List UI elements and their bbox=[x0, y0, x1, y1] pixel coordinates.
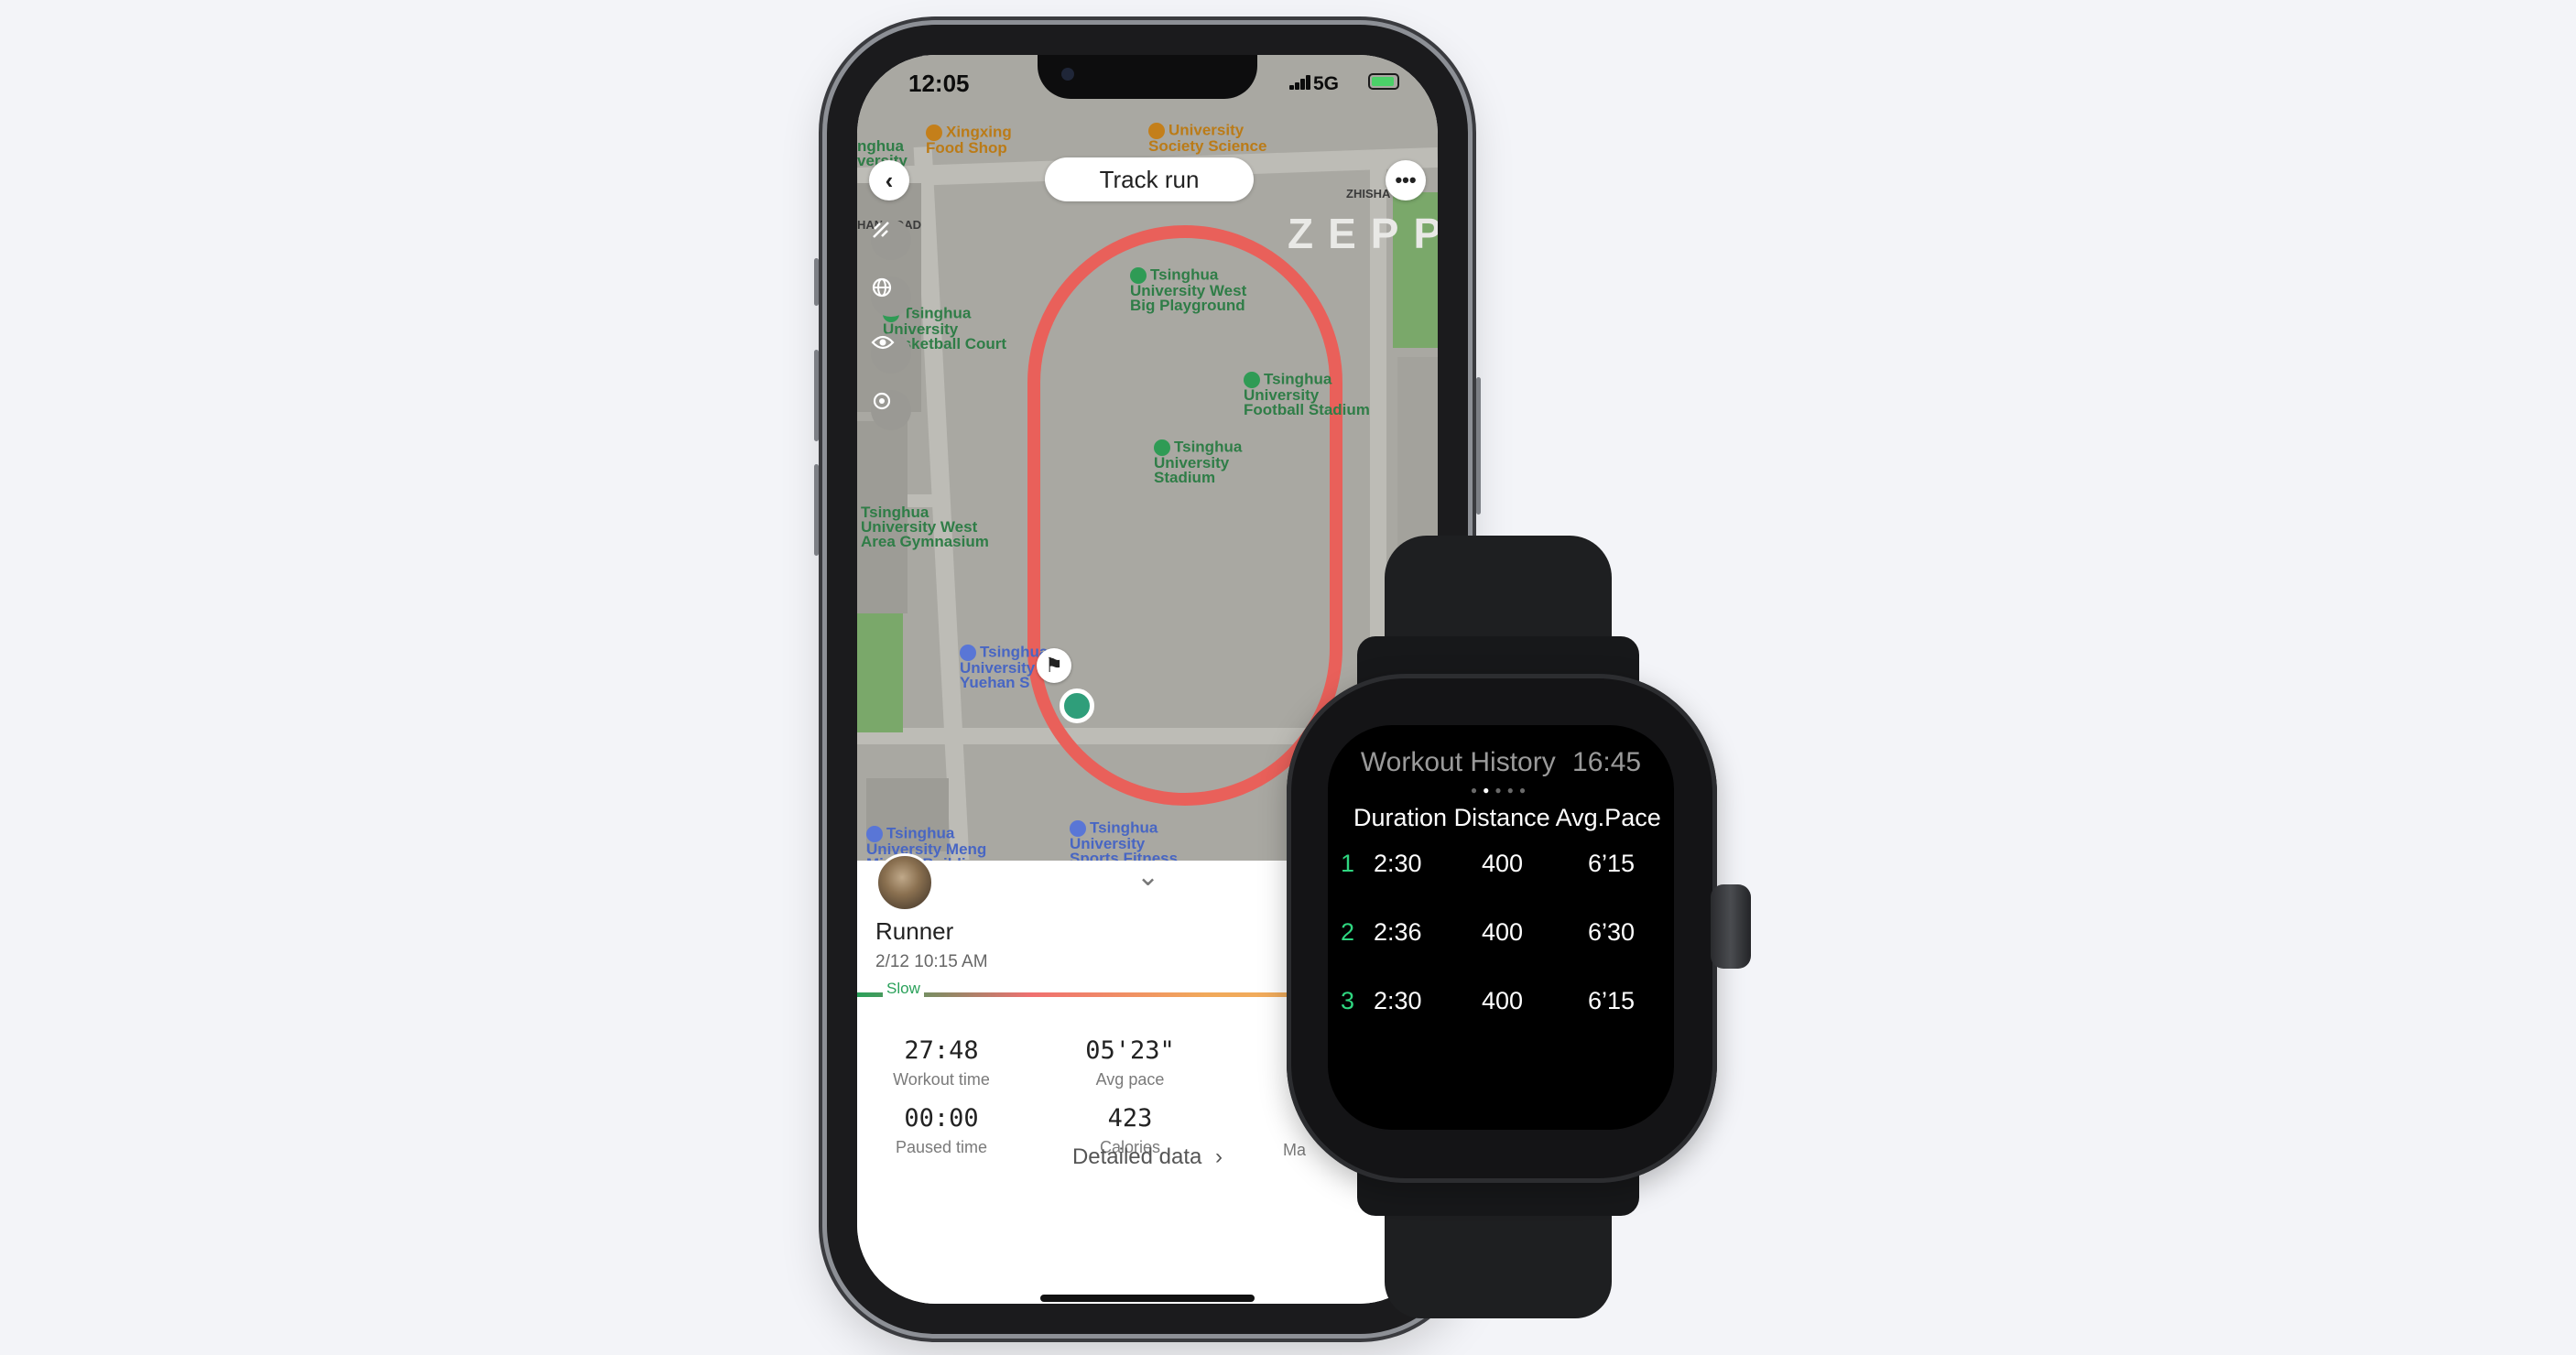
row-duration: 2:30 bbox=[1374, 850, 1422, 877]
stat-avg-pace: 05'23" Avg pace bbox=[1038, 1036, 1222, 1089]
stat-value: 00:00 bbox=[904, 1104, 979, 1133]
locate-icon bbox=[873, 392, 891, 410]
row-distance: 400 bbox=[1482, 850, 1524, 877]
user-name: Runner bbox=[875, 917, 954, 945]
zepp-watermark: ZEPP bbox=[1288, 210, 1438, 257]
row-distance: 400 bbox=[1482, 987, 1524, 1014]
chevron-left-icon: ‹ bbox=[885, 166, 894, 194]
stat-label: Avg pace bbox=[1095, 1070, 1165, 1089]
row-duration: 2:36 bbox=[1374, 918, 1422, 946]
map-label-stadium: Tsinghua University Stadium bbox=[1154, 438, 1243, 486]
watch-crown[interactable] bbox=[1711, 884, 1751, 969]
row-index: 2 bbox=[1341, 918, 1355, 946]
stat-value: 05'23" bbox=[1085, 1036, 1175, 1065]
watch-time: 16:45 bbox=[1572, 747, 1642, 777]
chevron-down-icon[interactable]: ⌄ bbox=[1136, 861, 1159, 893]
watch-title-bar: Workout History 16:45 bbox=[1328, 747, 1674, 778]
row-pace: 6’15 bbox=[1588, 987, 1636, 1014]
stat-label: Workout time bbox=[893, 1070, 990, 1089]
map-label-society-science: University Society Science bbox=[1148, 121, 1267, 155]
header-pace: Avg.Pace bbox=[1555, 804, 1661, 831]
power-button bbox=[1476, 377, 1481, 515]
home-indicator[interactable] bbox=[1040, 1295, 1255, 1302]
row-pace: 6’15 bbox=[1588, 850, 1636, 877]
locate-button[interactable] bbox=[871, 390, 911, 430]
back-button[interactable]: ‹ bbox=[869, 160, 909, 201]
page-indicator: ●●●●● bbox=[1470, 784, 1532, 797]
map-label-football-stadium: Tsinghua University Football Stadium bbox=[1244, 370, 1370, 418]
volume-down-button bbox=[814, 464, 819, 556]
map-label-zhisha: ZHISHA bbox=[1346, 187, 1391, 201]
map-label-west-gymnasium: Tsinghua University West Area Gymnasium bbox=[861, 504, 989, 550]
workout-datetime: 2/12 10:15 AM bbox=[875, 952, 988, 971]
signal-icon bbox=[1289, 75, 1311, 90]
notch bbox=[1038, 55, 1257, 99]
visibility-button[interactable] bbox=[871, 333, 911, 374]
chevron-right-icon: › bbox=[1215, 1144, 1223, 1169]
row-index: 3 bbox=[1341, 987, 1355, 1014]
map-label-food-shop: Xingxing Food Shop bbox=[926, 123, 1012, 157]
route-off-icon bbox=[873, 222, 889, 238]
row-duration: 2:30 bbox=[1374, 987, 1422, 1014]
map-layer-button[interactable] bbox=[871, 276, 911, 317]
status-time: 12:05 bbox=[908, 70, 970, 97]
table-header: Duration Distance Avg.Pace bbox=[1353, 804, 1661, 832]
more-dots-icon: ••• bbox=[1395, 168, 1417, 191]
camera-icon bbox=[1061, 68, 1074, 81]
start-flag-icon: ⚑ bbox=[1037, 648, 1071, 683]
row-pace: 6’30 bbox=[1588, 918, 1636, 946]
watch-title: Workout History bbox=[1360, 747, 1556, 777]
map-label-sports-fitness: Tsinghua University Sports Fitness bbox=[1070, 818, 1179, 867]
page-title: Track run bbox=[1045, 157, 1254, 201]
row-index: 1 bbox=[1341, 850, 1355, 877]
volume-up-button bbox=[814, 350, 819, 441]
stat-value: 27:48 bbox=[904, 1036, 979, 1065]
current-position-marker bbox=[1060, 688, 1094, 723]
header-duration: Duration bbox=[1353, 804, 1448, 831]
hide-route-button[interactable] bbox=[871, 220, 911, 260]
more-button[interactable]: ••• bbox=[1386, 160, 1426, 201]
battery-icon bbox=[1368, 73, 1399, 90]
network-type: 5G bbox=[1313, 73, 1340, 94]
header-distance: Distance bbox=[1453, 804, 1550, 831]
stat-workout-time: 27:48 Workout time bbox=[857, 1036, 1033, 1089]
avatar[interactable] bbox=[875, 853, 934, 912]
detailed-data-label: Detailed data bbox=[1071, 1144, 1202, 1169]
map-label-big-playground: Tsinghua University West Big Playground bbox=[1130, 266, 1247, 314]
globe-icon bbox=[872, 277, 892, 298]
pace-slow-label: Slow bbox=[883, 980, 924, 998]
eye-icon bbox=[871, 335, 895, 350]
row-distance: 400 bbox=[1482, 918, 1524, 946]
mute-switch bbox=[814, 258, 819, 306]
stat-value: 423 bbox=[1107, 1104, 1153, 1133]
watch-screen: Workout History 16:45 ●●●●● Duration Dis… bbox=[1328, 725, 1674, 1130]
